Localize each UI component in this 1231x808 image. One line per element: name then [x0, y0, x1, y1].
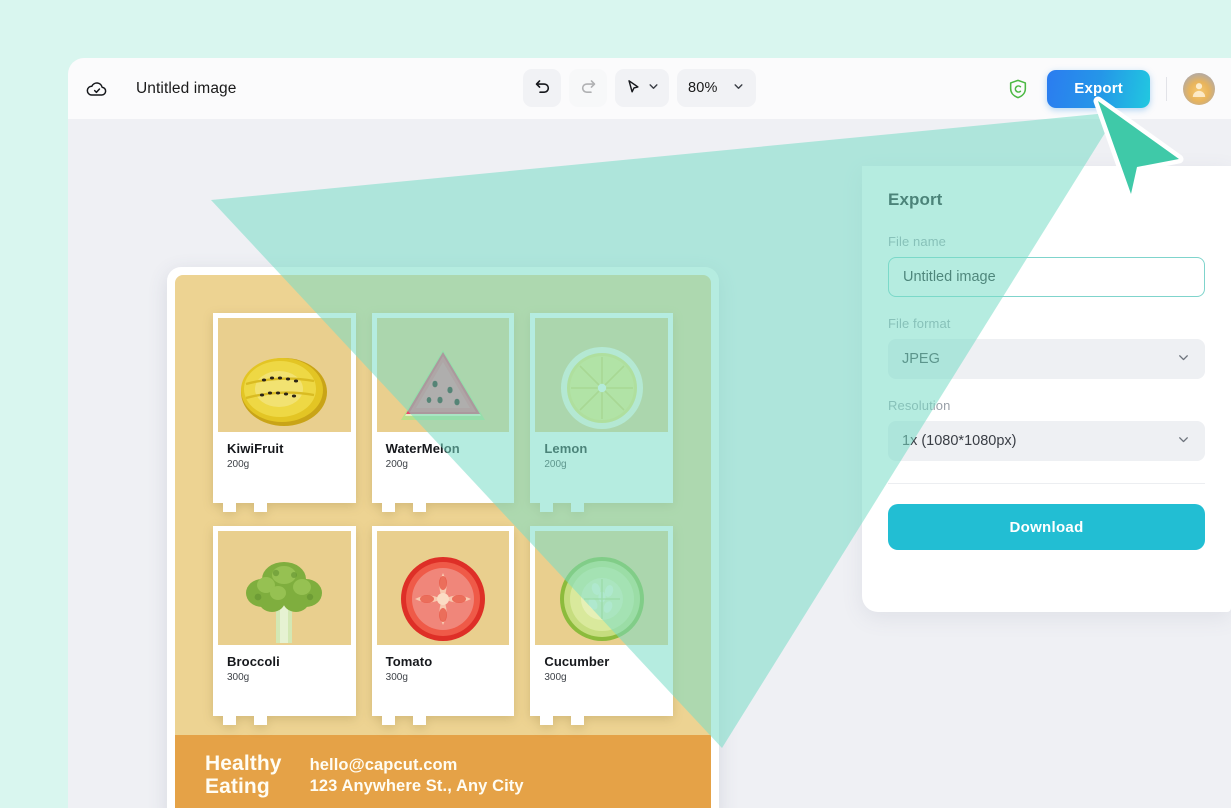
brand-line-1: Healthy: [205, 752, 282, 776]
card-notch-strip: [372, 716, 515, 725]
shield-c-icon[interactable]: [1005, 76, 1031, 102]
app-window: Untitled image 80% Export KiwiFruit 200g…: [68, 58, 1231, 808]
poster-item-grid: KiwiFruit 200g WaterMelon 200g Lemon 200…: [175, 275, 711, 735]
card-notch-strip: [372, 503, 515, 512]
chevron-down-icon: [1176, 350, 1191, 369]
undo-button[interactable]: [523, 69, 561, 107]
redo-button[interactable]: [569, 69, 607, 107]
file-format-value: JPEG: [902, 351, 940, 367]
poster-item-weight: 200g: [544, 459, 567, 470]
resolution-select[interactable]: 1x (1080*1080px): [888, 421, 1205, 461]
cucumber-photo: [535, 531, 668, 645]
poster-item-weight: 200g: [385, 459, 408, 470]
brand-line-2: Eating: [205, 775, 270, 798]
poster-item-card[interactable]: Tomato 300g: [371, 526, 515, 725]
document-title[interactable]: Untitled image: [136, 80, 236, 98]
export-panel-heading: Export: [888, 190, 943, 209]
card-notch-strip: [530, 716, 673, 725]
poster-item-weight: 300g: [385, 672, 408, 683]
chevron-down-icon: [732, 80, 745, 96]
poster-item-weight: 200g: [227, 459, 250, 470]
card-notch-strip: [213, 716, 356, 725]
poster-brand-text: Healthy Eating: [205, 753, 282, 798]
poster-item-card[interactable]: Lemon 200g: [530, 313, 673, 512]
kiwi-photo: [218, 318, 351, 432]
poster-artboard[interactable]: KiwiFruit 200g WaterMelon 200g Lemon 200…: [167, 267, 719, 808]
poster-footer-band: Healthy Eating hello@capcut.com 123 Anyw…: [175, 735, 711, 808]
poster-item-name: Tomato: [385, 654, 433, 669]
poster-item-name: Broccoli: [227, 654, 280, 669]
poster-item-card[interactable]: WaterMelon 200g: [371, 313, 515, 512]
broccoli-photo: [218, 531, 351, 645]
resolution-value: 1x (1080*1080px): [902, 433, 1017, 449]
top-toolbar: Untitled image 80% Export: [68, 58, 1231, 119]
redo-icon: [579, 77, 598, 99]
poster-contact-text: hello@capcut.com 123 Anywhere St., Any C…: [310, 755, 524, 797]
file-name-label: File name: [888, 234, 946, 249]
poster-item-name: WaterMelon: [385, 441, 460, 456]
panel-divider: [888, 483, 1205, 484]
export-panel: Export File name File format JPEG Reso: [862, 166, 1231, 612]
poster-design: KiwiFruit 200g WaterMelon 200g Lemon 200…: [175, 275, 711, 808]
lemon-photo: [535, 318, 668, 432]
poster-item-card[interactable]: KiwiFruit 200g: [213, 313, 356, 512]
poster-item-card[interactable]: Broccoli 300g: [213, 526, 356, 725]
user-avatar[interactable]: [1183, 72, 1215, 105]
card-notch-strip: [530, 503, 673, 512]
poster-item-weight: 300g: [227, 672, 250, 683]
chevron-down-icon: [1176, 432, 1191, 451]
topbar-right-group: Export: [1005, 58, 1215, 119]
export-button[interactable]: Export: [1047, 69, 1150, 108]
topbar-divider: [1166, 76, 1167, 101]
chevron-down-icon: [647, 80, 660, 96]
file-name-field-group: File name: [888, 234, 1205, 297]
cursor-arrow-icon: [624, 78, 642, 99]
file-format-select[interactable]: JPEG: [888, 339, 1205, 379]
poster-item-name: Cucumber: [544, 654, 610, 669]
poster-item-weight: 300g: [544, 672, 567, 683]
watermelon-photo: [376, 318, 510, 432]
contact-email: hello@capcut.com: [309, 755, 458, 774]
cloud-check-icon[interactable]: [82, 74, 112, 104]
file-format-label: File format: [888, 316, 951, 331]
poster-item-card[interactable]: Cucumber 300g: [530, 526, 673, 725]
resolution-label: Resolution: [888, 398, 951, 413]
file-format-field-group: File format JPEG: [888, 316, 1205, 379]
card-notch-strip: [213, 503, 356, 512]
contact-address: 123 Anywhere St., Any City: [309, 777, 524, 795]
toolbar-center-group: 80%: [523, 69, 756, 107]
poster-item-name: KiwiFruit: [227, 441, 284, 456]
zoom-level-value: 80%: [688, 80, 718, 96]
poster-item-name: Lemon: [544, 441, 588, 456]
resolution-field-group: Resolution 1x (1080*1080px): [888, 398, 1205, 461]
canvas-area[interactable]: KiwiFruit 200g WaterMelon 200g Lemon 200…: [68, 119, 1231, 808]
zoom-level-button[interactable]: 80%: [677, 69, 756, 107]
download-button[interactable]: Download: [888, 504, 1205, 550]
tomato-photo: [376, 531, 510, 645]
file-name-input[interactable]: [888, 257, 1205, 297]
cursor-tool-button[interactable]: [615, 69, 669, 107]
undo-icon: [533, 77, 552, 99]
